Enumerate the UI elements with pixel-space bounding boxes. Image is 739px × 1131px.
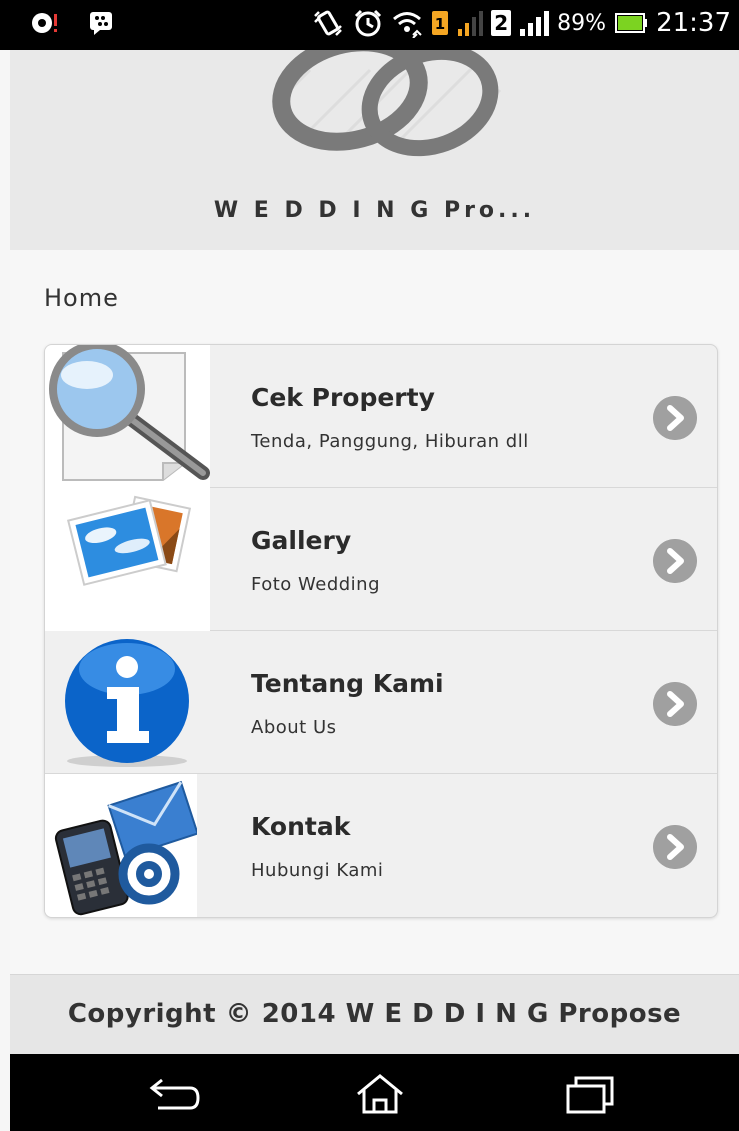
- home-icon[interactable]: [350, 1072, 410, 1116]
- menu-item-tentang-kami[interactable]: Tentang Kami About Us: [45, 631, 717, 774]
- sim2-badge: 2: [491, 10, 512, 36]
- signal-icon: [458, 11, 484, 36]
- sim1-icon: 1: [432, 11, 449, 35]
- chevron-right-icon[interactable]: [653, 682, 697, 726]
- phone-mail-icon: [45, 774, 199, 917]
- vibrate-icon: [314, 10, 343, 36]
- battery-icon: [615, 13, 648, 33]
- menu-item-subtitle: Foto Wedding: [251, 574, 381, 595]
- rings-logo: [272, 50, 502, 157]
- recent-apps-icon[interactable]: [558, 1072, 618, 1116]
- photos-icon: [45, 488, 210, 631]
- app-header: W E D D I N G Pro...: [10, 50, 739, 251]
- menu-item-cek-property[interactable]: Cek Property Tenda, Panggung, Hiburan dl…: [45, 345, 717, 488]
- menu-item-title: Cek Property: [251, 383, 435, 412]
- main-content: Home Cek Property Tenda, Panggung, Hibur…: [10, 250, 739, 974]
- signal2-icon: [520, 11, 550, 36]
- back-icon[interactable]: [140, 1072, 200, 1116]
- footer: Copyright © 2014 W E D D I N G Propose: [10, 974, 739, 1055]
- clock: 21:37: [656, 8, 731, 38]
- status-bar: 1 2 89% 21:37: [0, 0, 739, 50]
- magnifier-document-icon: [45, 345, 210, 488]
- menu-item-title: Gallery: [251, 526, 352, 555]
- menu-item-kontak[interactable]: Kontak Hubungi Kami: [45, 774, 717, 917]
- info-icon: [45, 631, 210, 774]
- svg-text:1: 1: [435, 15, 445, 33]
- bbm-icon: [90, 12, 112, 35]
- chevron-right-icon[interactable]: [653, 825, 697, 869]
- wifi-icon: [393, 12, 422, 38]
- menu-item-subtitle: About Us: [251, 717, 337, 738]
- menu-list: Cek Property Tenda, Panggung, Hiburan dl…: [44, 344, 718, 918]
- menu-item-title: Kontak: [251, 812, 351, 841]
- alarm-icon: [355, 9, 382, 37]
- navigation-bar: [10, 1054, 739, 1131]
- menu-item-gallery[interactable]: Gallery Foto Wedding: [45, 488, 717, 631]
- app-title: W E D D I N G Pro...: [213, 198, 536, 223]
- battery-percent: 89%: [557, 10, 607, 36]
- menu-item-subtitle: Hubungi Kami: [251, 860, 384, 881]
- menu-item-subtitle: Tenda, Panggung, Hiburan dll: [251, 431, 529, 452]
- chevron-right-icon[interactable]: [653, 539, 697, 583]
- chevron-right-icon[interactable]: [653, 396, 697, 440]
- breadcrumb: Home: [44, 284, 119, 312]
- notification-icon: [32, 13, 57, 33]
- menu-item-title: Tentang Kami: [251, 669, 444, 698]
- copyright-text: Copyright © 2014 W E D D I N G Propose: [67, 999, 682, 1029]
